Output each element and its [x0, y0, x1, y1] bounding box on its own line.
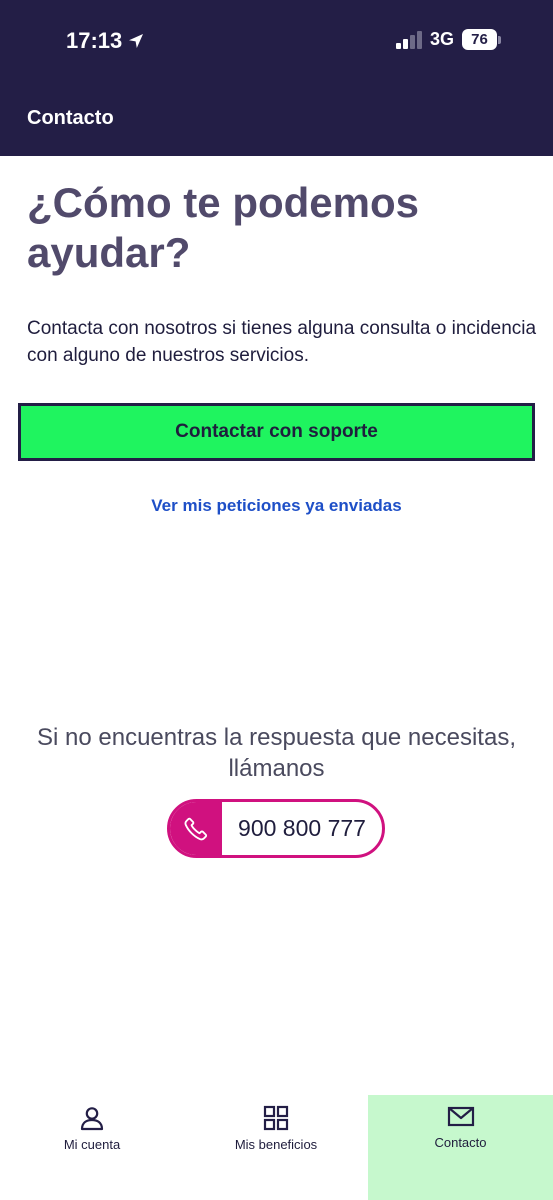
phone-icon [184, 817, 208, 840]
top-bar: 17:13 3G 76 Contacto [0, 0, 553, 156]
help-headline: ¿Cómo te podemos ayudar? [27, 179, 420, 276]
tab-mi-cuenta[interactable]: Mi cuenta [0, 1095, 184, 1200]
phone-icon-container [170, 802, 222, 855]
view-requests-link[interactable]: Ver mis peticiones ya enviadas [0, 496, 553, 516]
phone-number: 900 800 777 [238, 815, 366, 841]
status-time-text: 17:13 [66, 28, 123, 53]
location-arrow-icon [129, 34, 144, 48]
contact-support-button[interactable]: Contactar con soporte [18, 403, 535, 461]
network-type: 3G [429, 29, 454, 49]
signal-strength-icon [395, 30, 422, 49]
tab-contacto[interactable]: Contacto [368, 1095, 553, 1200]
tab-label-mis-beneficios: Mis beneficios [234, 1137, 318, 1152]
intro-text: Contacta con nosotros si tienes alguna c… [27, 318, 537, 366]
status-indicators: 3G 76 [395, 29, 501, 50]
mail-icon [447, 1106, 474, 1127]
page-title: Contacto [27, 107, 114, 129]
battery-icon: 76 [462, 29, 501, 50]
user-icon [80, 1107, 104, 1131]
battery-level: 76 [462, 29, 497, 50]
status-time: 17:13 [66, 28, 145, 54]
tab-label-contacto: Contacto [434, 1135, 487, 1150]
grid-icon [263, 1105, 289, 1131]
bottom-tab-bar: Mi cuenta Mis beneficios Contacto [0, 1095, 553, 1200]
call-us-text: Si no encuentras la respuesta que necesi… [37, 724, 516, 782]
phone-call-button[interactable]: 900 800 777 [167, 799, 385, 858]
tab-mis-beneficios[interactable]: Mis beneficios [184, 1095, 368, 1200]
tab-label-mi-cuenta: Mi cuenta [63, 1137, 121, 1152]
